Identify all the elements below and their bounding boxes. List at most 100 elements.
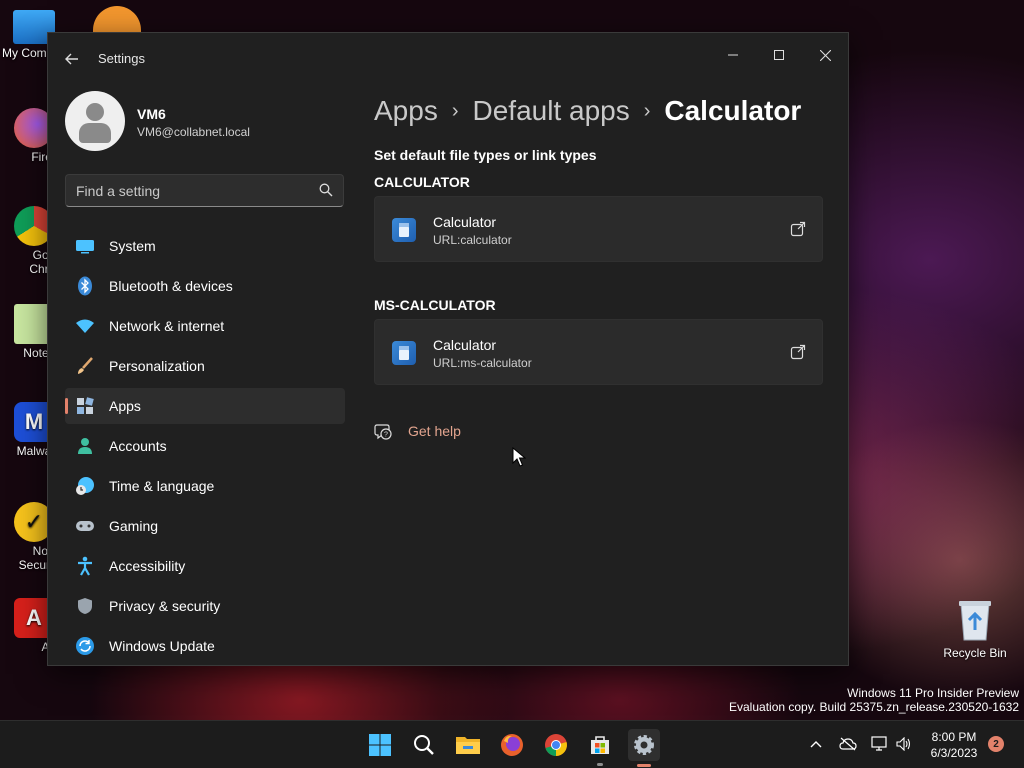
sidebar-nav: System Bluetooth & devices Network & int… [65,228,345,665]
accounts-icon [75,436,95,456]
search-icon[interactable] [319,183,333,197]
sidebar-item-label: Personalization [109,358,205,374]
breadcrumb: Apps › Default apps › Calculator [374,91,801,131]
avatar[interactable] [65,91,125,151]
sidebar-item-label: Bluetooth & devices [109,278,233,294]
watermark-line-1: Windows 11 Pro Insider Preview [847,686,1019,700]
sidebar-item-personalization[interactable]: Personalization [65,348,345,384]
association-card-ms-calculator[interactable]: Calculator URL:ms-calculator [374,319,823,385]
taskbar: 8:00 PM 6/3/2023 2 [0,720,1024,768]
close-icon [819,49,831,61]
recycle-bin-icon [959,601,991,641]
page-subtitle: Set default file types or link types [374,147,597,163]
volume-tray[interactable] [894,733,914,755]
maximize-button[interactable] [756,39,802,71]
url-protocol: URL:ms-calculator [433,356,532,370]
svg-text:?: ? [384,432,388,439]
title-bar: Settings [48,33,848,83]
sidebar-item-system[interactable]: System [65,228,345,264]
show-hidden-icons-button[interactable] [806,733,826,755]
running-indicator [597,763,603,766]
search-icon [414,735,434,755]
open-external-icon[interactable] [790,221,806,237]
sidebar-item-label: System [109,238,156,254]
firefox-icon [501,734,523,756]
calculator-icon [392,218,416,242]
clock-time: 8:00 PM [931,730,977,744]
onedrive-tray[interactable] [838,733,858,755]
back-button[interactable] [62,49,82,69]
page-title: Calculator [664,95,802,126]
time-language-icon [75,476,95,496]
notification-badge[interactable]: 2 [988,736,1004,752]
app-name: Calculator [433,214,497,230]
sidebar-item-gaming[interactable]: Gaming [65,508,345,544]
help-chat-icon: ? [374,424,392,440]
section-heading-calculator: CALCULATOR [374,174,470,190]
minimize-icon [728,54,738,56]
taskbar-search-button[interactable] [408,729,440,761]
sidebar-item-time-language[interactable]: Time & language [65,468,345,504]
recycle-bin-label: Recycle Bin [943,646,1007,660]
sidebar-item-label: Time & language [109,478,215,494]
taskbar-store[interactable] [584,729,616,766]
clock-date: 6/3/2023 [930,746,978,760]
sidebar-item-apps[interactable]: Apps [65,388,345,424]
chrome-icon [545,734,567,756]
sidebar-item-label: Accounts [109,438,167,454]
get-help-label: Get help [408,423,461,439]
network-wired-icon [871,736,887,751]
taskbar-file-explorer[interactable] [452,729,484,761]
network-tray[interactable] [870,733,890,755]
sidebar-item-label: Windows Update [109,638,215,654]
sidebar-item-label: Accessibility [109,558,186,574]
chevron-up-icon [810,741,822,748]
bluetooth-icon [75,276,95,296]
sidebar-item-label: Privacy & security [109,598,221,614]
close-button[interactable] [802,39,848,71]
back-arrow-icon [65,53,78,65]
settings-window: Settings VM6 VM6@collabnet.local System … [47,32,849,666]
profile-name: VM6 [137,106,166,122]
mouse-cursor-icon [512,447,526,467]
taskbar-firefox[interactable] [496,729,528,761]
brush-icon [75,356,95,376]
get-help-link[interactable]: ? Get help [374,421,461,441]
minimize-button[interactable] [710,39,756,71]
system-icon [75,236,95,256]
sidebar-item-privacy-security[interactable]: Privacy & security [65,588,345,624]
store-icon [591,736,609,754]
search-input[interactable] [76,175,306,206]
start-icon [369,734,391,756]
section-heading-ms-calculator: MS-CALCULATOR [374,297,496,313]
windows-update-icon [75,636,95,656]
shield-icon [75,596,95,616]
sidebar-item-accounts[interactable]: Accounts [65,428,345,464]
chevron-right-icon: › [643,99,651,122]
avatar-body [79,123,111,143]
taskbar-clock[interactable]: 8:00 PM 6/3/2023 [918,729,990,761]
search-box[interactable] [65,174,344,207]
open-external-icon[interactable] [790,344,806,360]
breadcrumb-apps[interactable]: Apps [374,95,438,127]
apps-icon [75,396,95,416]
maximize-icon [774,50,784,60]
sidebar-item-label: Apps [109,398,141,414]
breadcrumb-default-apps[interactable]: Default apps [473,95,630,127]
app-name: Calculator [433,337,497,353]
calculator-icon [392,341,416,365]
file-explorer-icon [456,737,480,754]
profile-email: VM6@collabnet.local [137,125,250,139]
sidebar-item-bluetooth[interactable]: Bluetooth & devices [65,268,345,304]
sidebar-item-network[interactable]: Network & internet [65,308,345,344]
sidebar-item-accessibility[interactable]: Accessibility [65,548,345,584]
chevron-right-icon: › [451,99,459,122]
active-indicator [637,764,651,767]
sidebar-item-windows-update[interactable]: Windows Update [65,628,345,664]
watermark-line-2: Evaluation copy. Build 25375.zn_release.… [729,700,1019,714]
taskbar-settings[interactable] [628,729,660,767]
start-button[interactable] [364,729,396,761]
taskbar-chrome[interactable] [540,729,572,761]
desktop-icon-recycle-bin[interactable]: Recycle Bin [942,598,1008,660]
association-card-calculator[interactable]: Calculator URL:calculator [374,196,823,262]
